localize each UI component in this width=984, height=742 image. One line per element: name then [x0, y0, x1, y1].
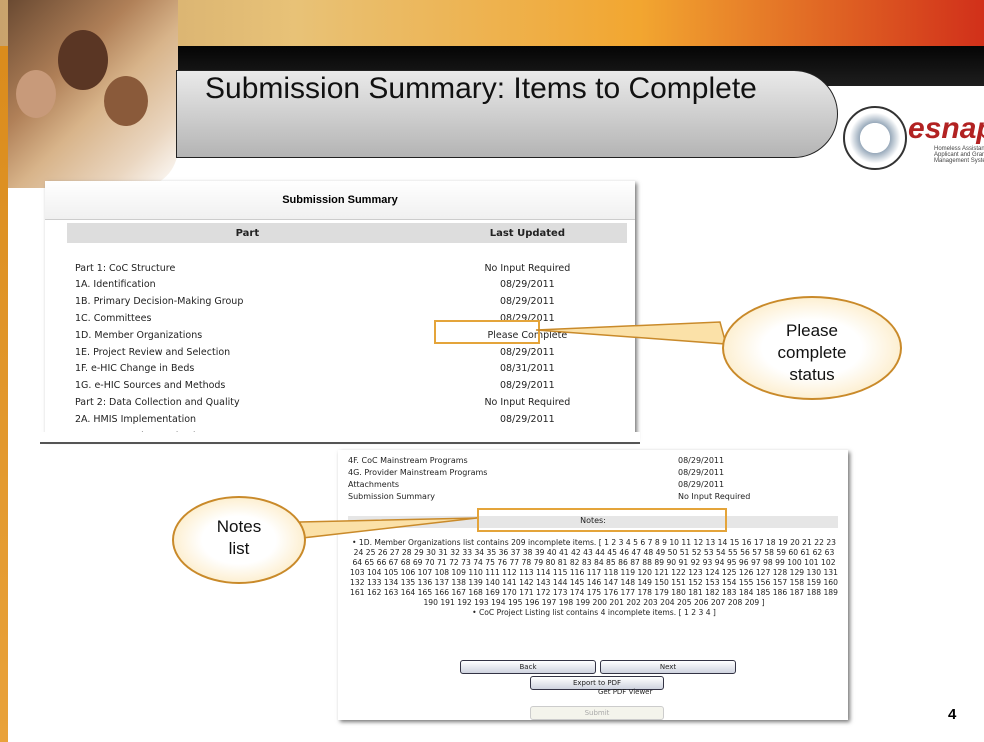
- notes-callout-pointer: [299, 517, 478, 539]
- status-callout-text: Please complete status: [777, 321, 847, 384]
- status-callout-pointer: [535, 321, 728, 345]
- notes-callout-text: Notes list: [216, 517, 262, 558]
- status-callout: Please complete status: [722, 296, 902, 400]
- notes-callout: Notes list: [172, 496, 306, 584]
- page-number: 4: [948, 706, 957, 723]
